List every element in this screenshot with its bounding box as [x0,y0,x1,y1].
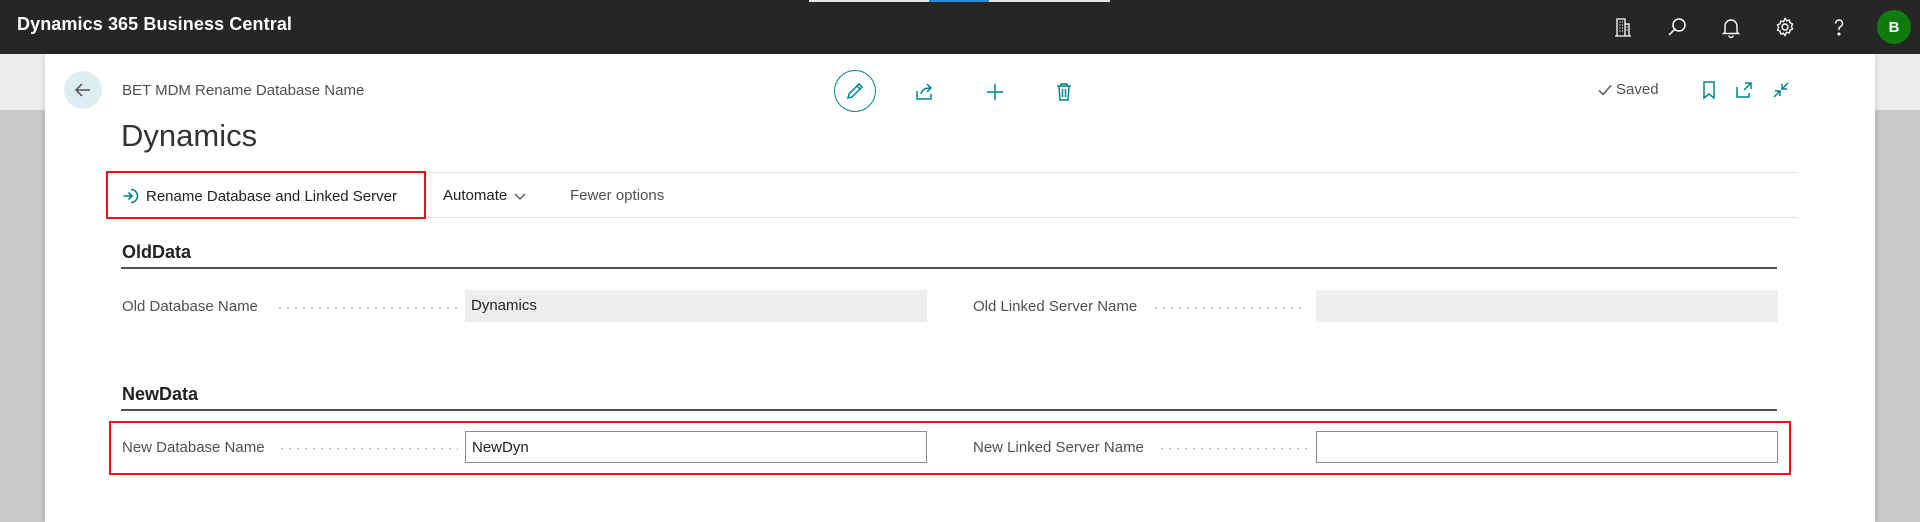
old-linked-server-name-label: Old Linked Server Name [973,298,1138,315]
gear-icon[interactable] [1773,15,1797,39]
check-icon [1598,84,1612,96]
page-title: Dynamics [121,118,258,153]
arrow-left-icon [74,83,90,97]
top-bar: Dynamics 365 Business Central B [0,0,1920,54]
open-in-new-window-icon [1736,82,1752,98]
edit-button[interactable] [834,70,876,112]
share-button[interactable] [913,80,937,104]
new-button[interactable] [983,80,1007,104]
trash-icon [1057,83,1071,101]
share-icon [916,83,933,100]
collapse-icon [1773,82,1789,98]
plus-icon [987,84,1003,100]
building-icon[interactable] [1611,15,1635,39]
section-title-olddata[interactable]: OldData [122,242,191,263]
bell-icon[interactable] [1719,15,1743,39]
tab-indicator-active [929,0,989,2]
collapse-button[interactable] [1771,80,1791,100]
delete-button[interactable] [1052,80,1076,104]
label-dots [1152,307,1307,309]
tab-indicator [809,0,929,2]
search-icon[interactable] [1665,15,1689,39]
old-database-name-label: Old Database Name [122,298,258,315]
label-dots [276,307,458,309]
breadcrumb: BET MDM Rename Database Name [122,82,365,99]
pencil-icon [846,82,864,100]
avatar[interactable]: B [1877,10,1911,44]
automate-label: Automate [443,187,508,204]
new-database-name-label: New Database Name [122,439,265,456]
bookmark-icon [1703,81,1715,100]
old-linked-server-name-field [1316,290,1778,322]
back-button[interactable] [64,71,102,109]
section-divider [121,267,1777,269]
label-dots [278,448,458,450]
highlight-rename-action [106,171,426,219]
new-linked-server-name-input[interactable] [1316,431,1778,463]
saved-status: Saved [1597,81,1659,98]
saved-label: Saved [1616,81,1659,98]
new-linked-server-name-label: New Linked Server Name [973,439,1144,456]
help-icon[interactable] [1827,15,1851,39]
chevron-down-icon [514,193,526,200]
automate-menu[interactable]: Automate [443,187,527,204]
tab-indicator [989,0,1110,2]
fewer-options-button[interactable]: Fewer options [570,187,664,204]
new-database-name-input[interactable]: NewDyn [465,431,927,463]
app-title[interactable]: Dynamics 365 Business Central [17,14,292,35]
open-new-window-button[interactable] [1734,80,1754,100]
label-dots [1158,448,1307,450]
old-database-name-field: Dynamics [465,290,927,322]
section-divider [121,409,1777,411]
section-title-newdata[interactable]: NewData [122,384,198,405]
bookmark-button[interactable] [1699,80,1719,100]
